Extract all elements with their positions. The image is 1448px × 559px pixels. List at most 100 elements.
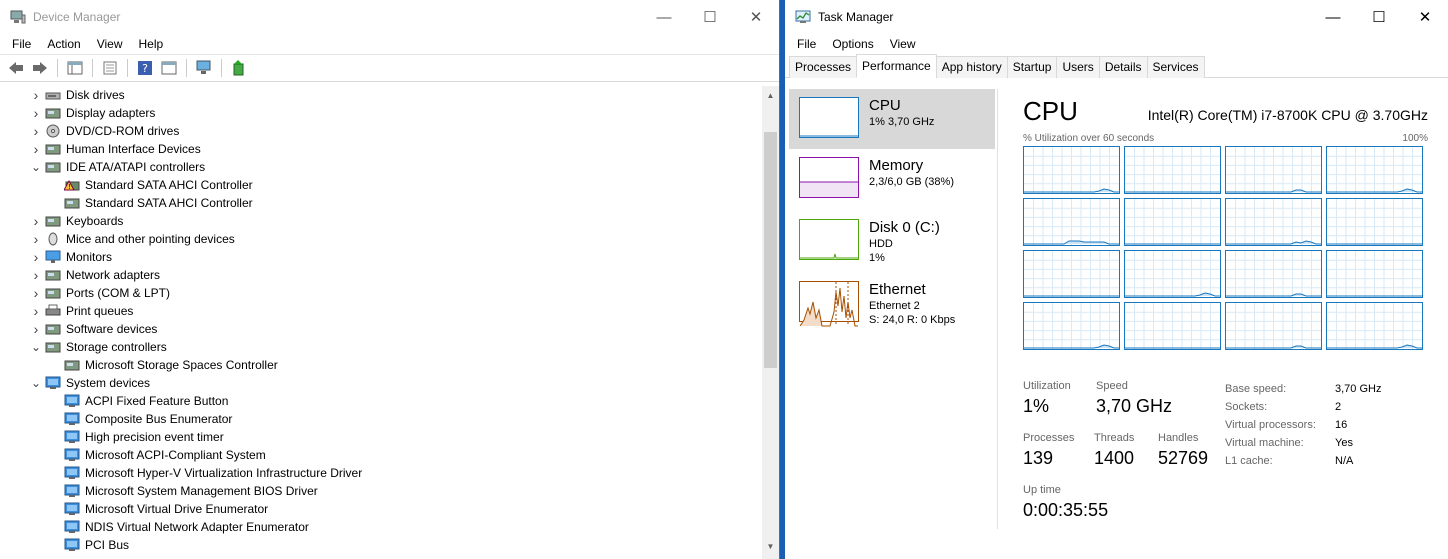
tree-item-label: Mice and other pointing devices: [66, 232, 235, 246]
chevron-right-icon[interactable]: ›: [30, 231, 42, 247]
tree-category-item[interactable]: › Monitors: [0, 248, 762, 266]
chevron-right-icon[interactable]: ›: [30, 285, 42, 301]
chevron-right-icon[interactable]: ›: [30, 321, 42, 337]
device-manager-titlebar[interactable]: Device Manager — ☐ ✕: [0, 0, 779, 34]
side-item-ethernet[interactable]: Ethernet Ethernet 2 S: 24,0 R: 0 Kbps: [789, 273, 995, 335]
chevron-right-icon[interactable]: ›: [30, 213, 42, 229]
scroll-down-arrow-icon[interactable]: ▼: [762, 539, 779, 555]
side-item-cpu[interactable]: CPU 1% 3,70 GHz: [789, 89, 995, 149]
tree-device-item[interactable]: ›!Standard SATA AHCI Controller: [0, 176, 762, 194]
tree-category-item[interactable]: › Keyboards: [0, 212, 762, 230]
chevron-right-icon[interactable]: ›: [30, 105, 42, 121]
maximize-button[interactable]: ☐: [687, 0, 733, 34]
menu-view[interactable]: View: [882, 37, 924, 51]
chevron-right-icon[interactable]: ›: [30, 303, 42, 319]
logical-processor-graph: [1023, 250, 1120, 298]
update-driver-icon[interactable]: [229, 58, 249, 78]
tab-users[interactable]: Users: [1056, 56, 1100, 78]
tree-category-item[interactable]: ⌄ IDE ATA/ATAPI controllers: [0, 158, 762, 176]
minimize-button[interactable]: —: [1310, 0, 1356, 34]
forward-arrow-icon[interactable]: [30, 58, 50, 78]
chevron-down-icon[interactable]: ⌄: [30, 376, 42, 390]
vertical-scrollbar[interactable]: ▲ ▼: [762, 86, 779, 559]
chevron-right-icon[interactable]: ›: [30, 87, 42, 103]
menu-file[interactable]: File: [4, 37, 39, 51]
scan-hardware-icon[interactable]: [194, 58, 214, 78]
show-hide-tree-icon[interactable]: [65, 58, 85, 78]
task-manager-window: Task Manager — ☐ ✕ File Options View Pro…: [785, 0, 1448, 559]
tree-device-item[interactable]: ›Microsoft Hyper-V Virtualization Infras…: [0, 464, 762, 482]
tree-device-item[interactable]: ›Microsoft ACPI-Compliant System: [0, 446, 762, 464]
hid-icon: [45, 142, 61, 156]
menu-options[interactable]: Options: [824, 37, 881, 51]
task-manager-titlebar[interactable]: Task Manager — ☐ ✕: [785, 0, 1448, 34]
properties-icon[interactable]: [100, 58, 120, 78]
help-icon[interactable]: ?: [135, 58, 155, 78]
chevron-down-icon[interactable]: ⌄: [30, 160, 42, 174]
tree-device-item[interactable]: ›ACPI Fixed Feature Button: [0, 392, 762, 410]
tab-app-history[interactable]: App history: [935, 56, 1008, 78]
menu-view[interactable]: View: [89, 37, 131, 51]
device-manager-window: Device Manager — ☐ ✕ File Action View He…: [0, 0, 780, 559]
detail-row: Virtual machine: Yes: [1225, 434, 1425, 452]
tree-item-label: Standard SATA AHCI Controller: [85, 196, 253, 210]
menu-file[interactable]: File: [789, 37, 824, 51]
tree-category-item[interactable]: › Display adapters: [0, 104, 762, 122]
system-device-icon: [64, 394, 80, 408]
tree-device-item[interactable]: ›Composite Bus Enumerator: [0, 410, 762, 428]
maximize-button[interactable]: ☐: [1356, 0, 1402, 34]
tree-device-item[interactable]: ›PCI Bus: [0, 536, 762, 554]
tree-category-item[interactable]: › Human Interface Devices: [0, 140, 762, 158]
tab-services[interactable]: Services: [1146, 56, 1205, 78]
tab-processes[interactable]: Processes: [789, 56, 858, 78]
tree-category-item[interactable]: ⌄ Storage controllers: [0, 338, 762, 356]
panel-divider[interactable]: [997, 89, 998, 529]
menu-help[interactable]: Help: [131, 37, 172, 51]
system-device-icon: [64, 502, 80, 516]
side-item-name: Disk 0 (C:): [869, 219, 940, 236]
tree-device-item[interactable]: ›Microsoft Storage Spaces Controller: [0, 356, 762, 374]
logical-processor-graph: [1326, 198, 1423, 246]
side-item-memory[interactable]: Memory 2,3/6,0 GB (38%): [789, 149, 995, 211]
scroll-up-arrow-icon[interactable]: ▲: [762, 88, 779, 104]
handles-label: Handles: [1158, 432, 1199, 444]
tree-device-item[interactable]: ›Microsoft System Management BIOS Driver: [0, 482, 762, 500]
side-item-name: Ethernet: [869, 281, 926, 298]
tree-category-item[interactable]: › Disk drives: [0, 86, 762, 104]
tab-performance[interactable]: Performance: [856, 54, 937, 78]
tree-category-item[interactable]: › Mice and other pointing devices: [0, 230, 762, 248]
side-item-detail: 1% 3,70 GHz: [869, 116, 935, 128]
tree-item-label: ACPI Fixed Feature Button: [85, 394, 229, 408]
chevron-right-icon[interactable]: ›: [30, 141, 42, 157]
detail-key: Sockets:: [1225, 401, 1268, 413]
tree-device-item[interactable]: ›Standard SATA AHCI Controller: [0, 194, 762, 212]
tab-details[interactable]: Details: [1098, 56, 1148, 78]
chevron-right-icon[interactable]: ›: [30, 123, 42, 139]
tree-category-item[interactable]: › Print queues: [0, 302, 762, 320]
tree-category-item[interactable]: › DVD/CD-ROM drives: [0, 122, 762, 140]
tree-device-item[interactable]: ›NDIS Virtual Network Adapter Enumerator: [0, 518, 762, 536]
menu-action[interactable]: Action: [39, 37, 88, 51]
close-button[interactable]: ✕: [733, 0, 779, 34]
scroll-thumb[interactable]: [764, 132, 777, 368]
minimize-button[interactable]: —: [641, 0, 687, 34]
close-button[interactable]: ✕: [1402, 0, 1448, 34]
tree-category-item[interactable]: › Software devices: [0, 320, 762, 338]
chevron-right-icon[interactable]: ›: [30, 249, 42, 265]
tree-category-item[interactable]: › Network adapters: [0, 266, 762, 284]
logical-processor-graphs[interactable]: [1023, 146, 1428, 350]
utilization-label: Utilization: [1023, 380, 1071, 392]
logical-processor-graph: [1023, 198, 1120, 246]
side-item-disk[interactable]: Disk 0 (C:) HDD 1%: [789, 211, 995, 273]
tree-category-item[interactable]: ⌄ System devices: [0, 374, 762, 392]
tab-startup[interactable]: Startup: [1006, 56, 1058, 78]
chevron-right-icon[interactable]: ›: [30, 267, 42, 283]
tree-item-label: Storage controllers: [66, 340, 167, 354]
device-tree[interactable]: › Disk drives › Display adapters › DVD/CD-ROM…: [0, 86, 762, 559]
tree-category-item[interactable]: › Ports (COM & LPT): [0, 284, 762, 302]
chevron-down-icon[interactable]: ⌄: [30, 340, 42, 354]
view-icon[interactable]: [159, 58, 179, 78]
tree-device-item[interactable]: ›Microsoft Virtual Drive Enumerator: [0, 500, 762, 518]
back-arrow-icon[interactable]: [6, 58, 26, 78]
tree-device-item[interactable]: ›High precision event timer: [0, 428, 762, 446]
